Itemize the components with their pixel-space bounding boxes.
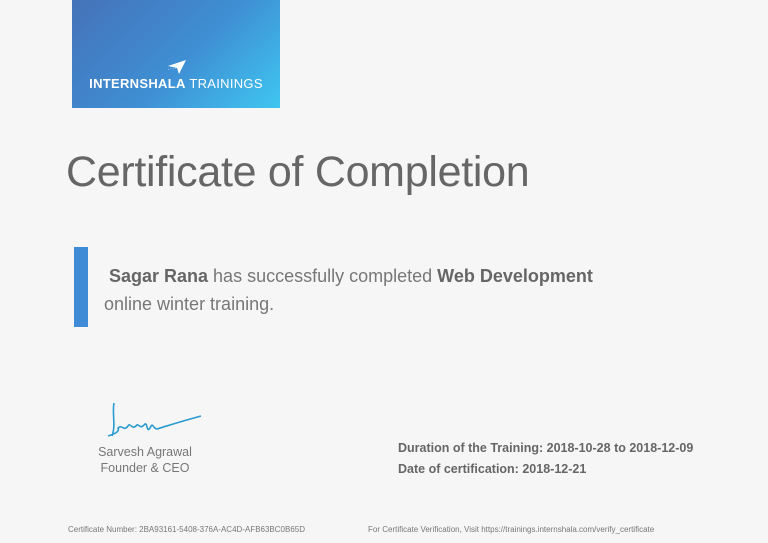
- signature-image: [107, 402, 202, 437]
- verification-link[interactable]: For Certificate Verification, Visit http…: [368, 525, 654, 534]
- recipient-name: Sagar Rana: [109, 266, 209, 286]
- training-details: Duration of the Training: 2018-10-28 to …: [398, 438, 693, 480]
- certificate-number: Certificate Number: 2BA93161-5408-376A-A…: [68, 525, 306, 534]
- certificate-title: Certificate of Completion: [66, 148, 530, 196]
- signer-block: Sarvesh Agrawal Founder & CEO: [80, 444, 210, 476]
- paper-plane-icon: [168, 60, 186, 74]
- logo-text: INTERNSHALA TRAININGS: [89, 76, 263, 91]
- internshala-logo: INTERNSHALA TRAININGS: [72, 0, 280, 108]
- course-name: Web Development: [437, 266, 593, 286]
- accent-bar: [74, 247, 88, 327]
- duration-line: Duration of the Training: 2018-10-28 to …: [398, 441, 694, 455]
- completion-statement: Sagar Rana has successfully completed We…: [104, 266, 593, 314]
- certification-date-line: Date of certification: 2018-12-21: [398, 462, 587, 476]
- signer-name: Sarvesh Agrawal: [98, 445, 192, 459]
- signer-role: Founder & CEO: [100, 461, 190, 475]
